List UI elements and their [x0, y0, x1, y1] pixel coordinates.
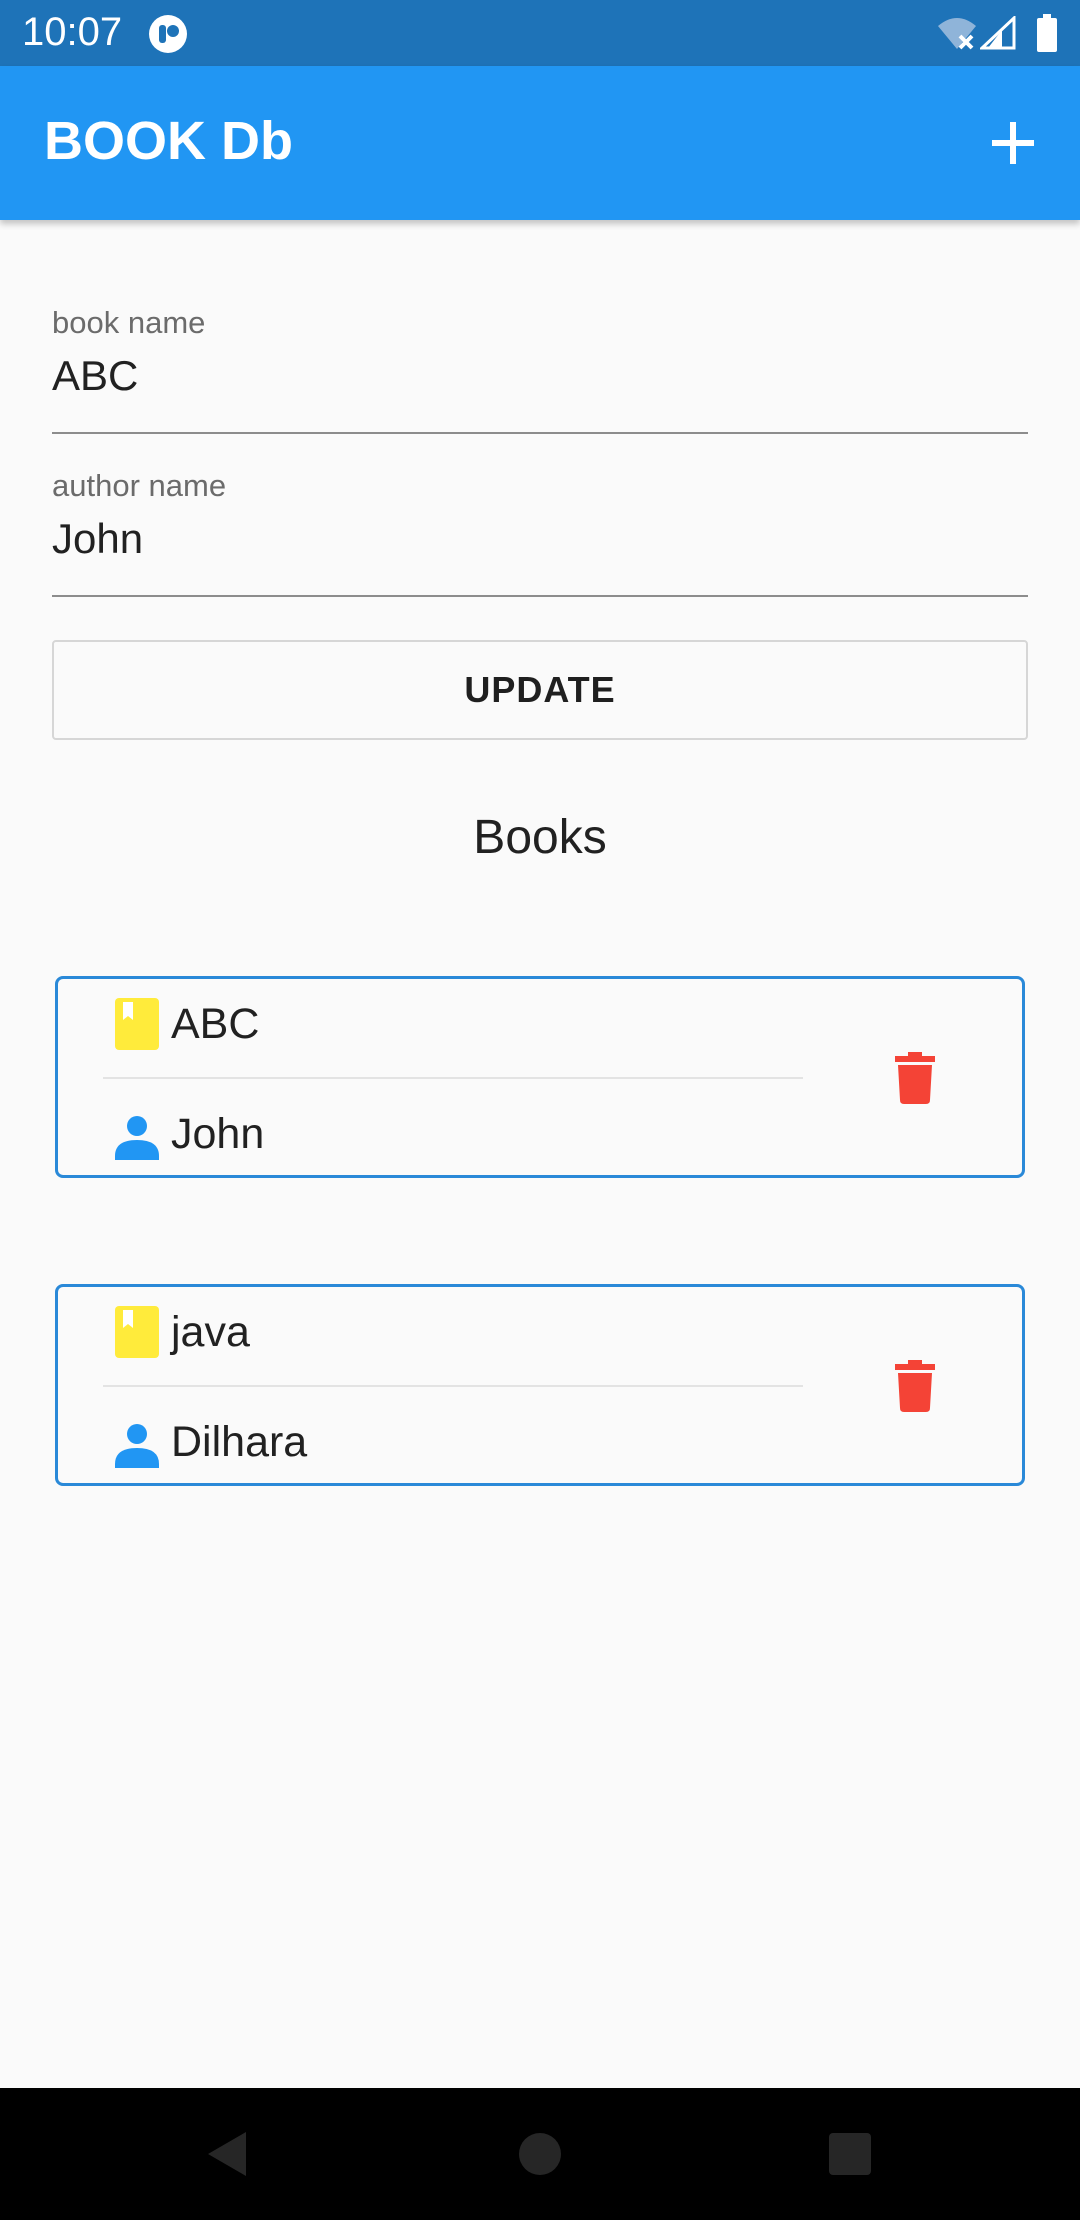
status-time: 10:07 — [22, 10, 123, 54]
book-name-input[interactable] — [52, 348, 1028, 404]
author-name-field: author name — [52, 463, 1028, 603]
book-title-row: java — [113, 1302, 250, 1362]
book-title-row: ABC — [113, 994, 259, 1054]
book-title: ABC — [171, 999, 260, 1048]
app-title: BOOK Db — [44, 111, 293, 171]
card-divider — [103, 1077, 803, 1079]
author-name-underline — [52, 595, 1028, 597]
plus-icon — [992, 122, 1034, 164]
book-author: John — [171, 1109, 265, 1158]
author-name-input[interactable] — [52, 511, 1028, 567]
home-circle-icon[interactable] — [512, 2126, 568, 2182]
book-author: Dilhara — [171, 1417, 308, 1466]
battery-icon — [1037, 14, 1057, 52]
book-name-label: book name — [52, 305, 206, 340]
bookmark-book-icon — [115, 998, 159, 1050]
app-notification-icon — [149, 15, 187, 53]
card-divider — [103, 1385, 803, 1387]
book-card[interactable]: java Dilhara — [55, 1284, 1025, 1486]
add-button[interactable] — [980, 110, 1046, 176]
book-name-underline — [52, 432, 1028, 434]
trash-icon — [895, 1052, 935, 1104]
person-icon — [115, 1424, 159, 1468]
back-triangle-icon[interactable] — [200, 2126, 256, 2182]
person-icon — [115, 1116, 159, 1160]
book-name-field: book name — [52, 300, 1028, 440]
trash-icon — [895, 1360, 935, 1412]
book-author-row: Dilhara — [113, 1412, 307, 1472]
status-bar: 10:07 — [0, 0, 1080, 66]
app-bar: BOOK Db — [0, 66, 1080, 220]
book-title: java — [171, 1307, 250, 1356]
delete-button[interactable] — [888, 1049, 942, 1107]
author-name-label: author name — [52, 468, 227, 503]
update-button[interactable]: UPDATE — [52, 640, 1028, 740]
books-section-title: Books — [473, 811, 607, 864]
cell-signal-icon — [980, 16, 1016, 50]
wifi-off-icon — [938, 18, 976, 50]
delete-button[interactable] — [888, 1357, 942, 1415]
bookmark-book-icon — [115, 1306, 159, 1358]
book-card[interactable]: ABC John — [55, 976, 1025, 1178]
book-author-row: John — [113, 1104, 264, 1164]
recents-square-icon[interactable] — [822, 2126, 878, 2182]
navigation-bar — [0, 2088, 1080, 2220]
